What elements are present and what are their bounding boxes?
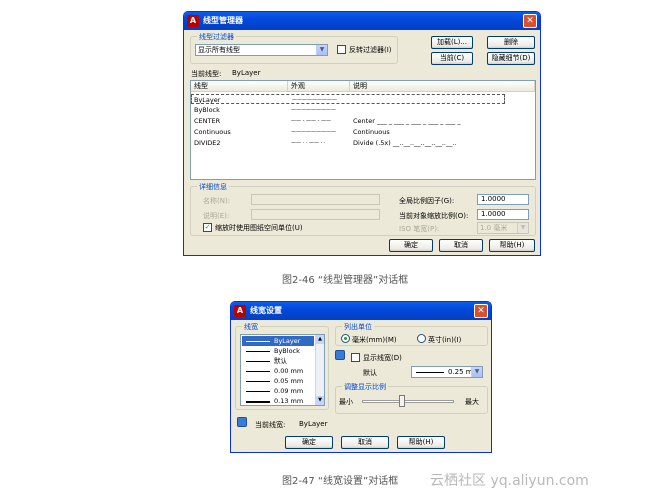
help-button[interactable]: 帮助(H): [397, 436, 445, 449]
row-desc: Continuous: [353, 128, 390, 136]
scale-slider-track[interactable]: [362, 400, 454, 403]
list-item[interactable]: ByLayer: [242, 336, 314, 346]
watermark: 云栖社区 yq.aliyun.com: [430, 473, 589, 489]
row-desc: Divide (.5x) __..__..__..__..__..__..: [353, 139, 457, 147]
invert-filter-checkbox[interactable]: [337, 45, 346, 54]
ok-button[interactable]: 确定: [285, 436, 333, 449]
hide-details-button[interactable]: 隐藏细节(D): [487, 52, 535, 65]
scroll-up-icon[interactable]: ▲: [316, 335, 324, 344]
linetype-list[interactable]: 线型 外观 说明 ByLayer ————————— ByBlock —————…: [190, 80, 536, 180]
show-lineweight-label: 显示线宽(D): [363, 354, 402, 362]
paperspace-units-label: 缩放时使用图纸空间单位(U): [215, 224, 303, 232]
display-scale-group-label: 调整显示比例: [342, 382, 388, 392]
row-desc: Center ___ _ ___ _ ___ _ ___ _ ___ _: [353, 117, 461, 125]
current-linetype-value: ByLayer: [232, 69, 261, 77]
global-scale-label: 全局比例因子(G):: [399, 197, 455, 205]
row-name: DIVIDE2: [194, 139, 221, 147]
list-item[interactable]: 0.09 mm: [242, 386, 314, 396]
invert-filter-label: 反转过滤器(I): [349, 46, 392, 54]
list-item[interactable]: 0.13 mm: [242, 396, 314, 406]
iso-pen-label: ISO 笔宽(P):: [399, 225, 440, 233]
current-scale-label: 当前对象缩放比例(O):: [399, 212, 469, 220]
filter-group-label: 线型过滤器: [197, 32, 236, 42]
filter-select[interactable]: 显示所有线型 ▼: [195, 44, 328, 56]
autocad-logo-icon: A: [187, 15, 199, 27]
load-button[interactable]: 加载(L)...: [431, 36, 473, 49]
current-button[interactable]: 当前(C): [431, 52, 473, 65]
cancel-button[interactable]: 取消: [341, 436, 389, 449]
table-row[interactable]: ByLayer —————————: [191, 94, 505, 104]
current-scale-input[interactable]: 1.0000: [477, 209, 529, 220]
lineweights-group-label: 线宽: [242, 322, 260, 332]
inch-radio[interactable]: [417, 334, 426, 343]
title-bar[interactable]: A 线型管理器 ✕: [184, 12, 540, 30]
lineweight-sample-line: [416, 372, 444, 373]
row-appearance: —————————: [291, 129, 336, 135]
delete-button[interactable]: 删除: [487, 36, 535, 49]
chevron-down-icon: ▼: [471, 367, 482, 377]
chevron-down-icon: ▼: [517, 223, 528, 233]
default-label: 默认: [363, 369, 377, 377]
mm-label: 毫米(mm)(M): [352, 336, 397, 344]
list-item[interactable]: 0.05 mm: [242, 376, 314, 386]
table-row[interactable]: DIVIDE2 —— · · —— · · Divide (.5x) __.._…: [191, 138, 535, 148]
scroll-down-icon[interactable]: ▼: [316, 396, 324, 405]
dialog-title: 线宽设置: [250, 306, 282, 315]
lineweight-settings-dialog: A 线宽设置 ✕ 线宽 ByLayer ByBlock 默认 0.00 mm 0…: [230, 301, 492, 453]
linetype-manager-dialog: A 线型管理器 ✕ 线型过滤器 显示所有线型 ▼ 反转过滤器(I) 加载(L).…: [183, 11, 541, 256]
lineweight-list[interactable]: ByLayer ByBlock 默认 0.00 mm 0.05 mm 0.09 …: [240, 334, 325, 406]
paint-icon: [335, 350, 345, 360]
row-name: ByLayer: [194, 96, 221, 104]
table-row[interactable]: ByBlock —————————: [191, 105, 535, 115]
help-button[interactable]: 帮助(H): [489, 239, 535, 252]
desc-field[interactable]: [251, 209, 380, 220]
default-lineweight-select[interactable]: 0.25 mm ▼: [411, 366, 483, 378]
row-appearance: —————————: [291, 107, 336, 113]
column-header-linetype[interactable]: 线型: [191, 81, 288, 92]
mm-radio[interactable]: [341, 334, 350, 343]
max-label: 最大: [465, 398, 479, 406]
show-lineweight-checkbox[interactable]: [351, 353, 360, 362]
dialog-title: 线型管理器: [203, 16, 243, 25]
row-appearance: —————————: [292, 97, 337, 103]
list-item[interactable]: ByBlock: [242, 346, 314, 356]
row-appearance: —— - —— - ——: [291, 118, 331, 124]
inch-label: 英寸(in)(I): [428, 336, 462, 344]
autocad-logo-icon: A: [234, 305, 246, 317]
row-appearance: —— · · —— · ·: [291, 140, 326, 146]
chevron-down-icon: ▼: [316, 45, 327, 55]
name-field[interactable]: [251, 194, 380, 205]
current-lineweight-value: ByLayer: [299, 420, 328, 428]
row-name: ByBlock: [194, 106, 220, 114]
details-group-label: 详细信息: [197, 182, 229, 192]
scale-slider-thumb[interactable]: [399, 395, 405, 407]
row-name: CENTER: [194, 117, 221, 125]
column-header-appearance[interactable]: 外观: [288, 81, 350, 92]
list-item[interactable]: 0.00 mm: [242, 366, 314, 376]
current-lineweight-label: 当前线宽:: [255, 421, 286, 429]
table-row[interactable]: Continuous ————————— Continuous: [191, 127, 535, 137]
row-name: Continuous: [194, 128, 231, 136]
column-header-description[interactable]: 说明: [350, 81, 535, 92]
min-label: 最小: [339, 398, 353, 406]
ok-button[interactable]: 确定: [389, 239, 433, 252]
current-linetype-label: 当前线型:: [191, 70, 222, 78]
cancel-button[interactable]: 取消: [439, 239, 483, 252]
paperspace-units-checkbox[interactable]: ✓: [203, 223, 212, 232]
units-group-label: 列出单位: [342, 322, 374, 332]
global-scale-input[interactable]: 1.0000: [477, 194, 529, 205]
list-item[interactable]: 默认: [242, 356, 314, 366]
name-label: 名称(N):: [203, 197, 231, 205]
title-bar[interactable]: A 线宽设置 ✕: [231, 302, 491, 320]
iso-pen-select[interactable]: 1.0 毫米 ▼: [477, 222, 529, 234]
table-row[interactable]: CENTER —— - —— - —— Center ___ _ ___ _ _…: [191, 116, 535, 126]
figure-caption-2: 图2-47 “线宽设置”对话框: [282, 476, 399, 487]
paint-icon: [237, 417, 247, 427]
close-icon[interactable]: ✕: [474, 304, 488, 318]
figure-caption-1: 图2-46 “线型管理器”对话框: [282, 275, 409, 286]
list-scrollbar[interactable]: ▲ ▼: [315, 335, 324, 405]
close-icon[interactable]: ✕: [523, 14, 537, 28]
desc-label: 说明(E):: [203, 212, 230, 220]
